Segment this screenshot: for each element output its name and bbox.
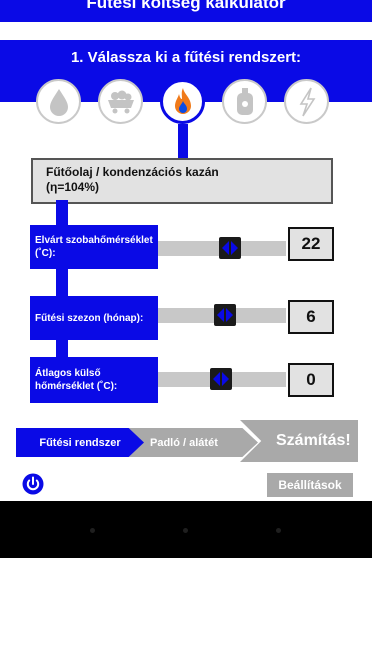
system-navigation-bar [0, 501, 372, 558]
outside-temp-slider-thumb[interactable] [210, 368, 232, 390]
selected-system-box: Fűtőolaj / kondenzációs kazán (η=104%) [31, 158, 333, 204]
selection-connector [178, 124, 188, 160]
fuel-option-coal[interactable] [98, 79, 143, 124]
room-temp-label: Elvárt szobahőmérséklet (˚C): [30, 225, 158, 269]
coal-cart-icon [107, 90, 134, 113]
calculate-button[interactable]: Számítás! [240, 420, 358, 462]
step-title: 1. Válassza ki a fűtési rendszert: [70, 49, 302, 66]
nav-back-button[interactable] [90, 528, 95, 533]
room-temp-value: 22 [288, 227, 334, 261]
left-right-arrows-icon [222, 241, 238, 255]
gas-flame-icon [174, 87, 191, 114]
settings-button[interactable]: Beállítások [267, 473, 353, 497]
left-right-arrows-icon [213, 372, 229, 386]
gas-bottle-icon [236, 87, 253, 115]
fuel-option-electricity[interactable] [284, 79, 329, 124]
fuel-option-propane[interactable] [222, 79, 267, 124]
fuel-option-oil[interactable] [36, 79, 81, 124]
room-temp-slider-thumb[interactable] [219, 237, 241, 259]
nav-recents-button[interactable] [276, 528, 281, 533]
oil-drop-icon [49, 88, 68, 116]
power-button[interactable] [22, 473, 44, 495]
heating-season-label: Fűtési szezon (hónap): [30, 296, 158, 340]
selected-system-efficiency: (η=104%) [46, 180, 100, 194]
electricity-bolt-icon [299, 87, 315, 116]
fuel-option-gas[interactable] [160, 79, 205, 124]
app-title: Fűtési költség kalkulátor [0, 0, 372, 22]
outside-temp-value: 0 [288, 363, 334, 397]
breadcrumb-heating-system[interactable]: Fűtési rendszer [16, 428, 144, 457]
selected-system-name: Fűtőolaj / kondenzációs kazán [46, 165, 219, 179]
outside-temp-label: Átlagos külső hőmérséklet (˚C): [30, 357, 158, 403]
heating-season-value: 6 [288, 300, 334, 334]
heating-season-slider-thumb[interactable] [214, 304, 236, 326]
nav-home-button[interactable] [183, 528, 188, 533]
power-icon [22, 473, 44, 495]
left-right-arrows-icon [217, 308, 233, 322]
breadcrumb-floor-underlay[interactable]: Padló / alátét [128, 428, 258, 457]
